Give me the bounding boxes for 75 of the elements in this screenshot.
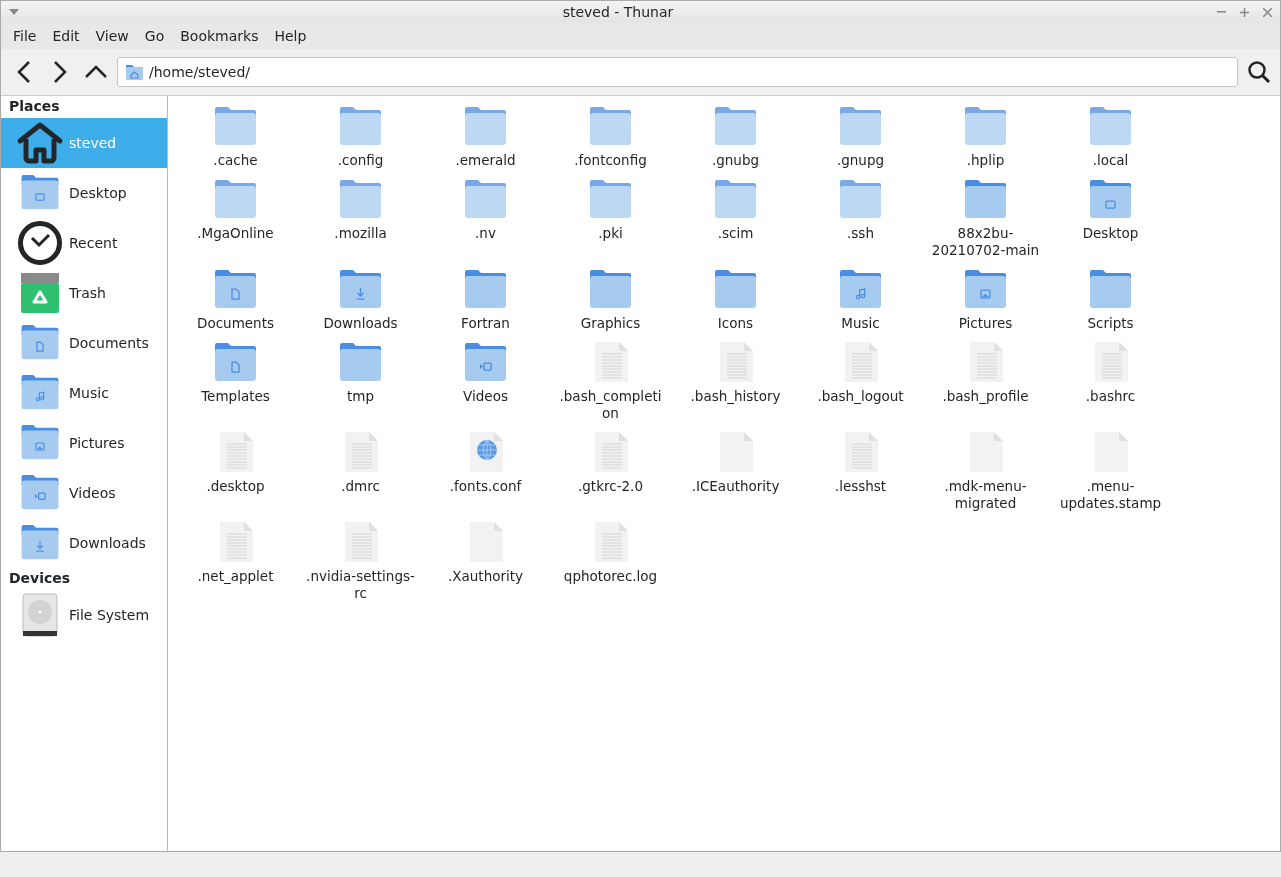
recycle-bin-icon <box>20 272 60 314</box>
section-header: Devices <box>8 569 72 588</box>
file-name[interactable]: Graphics <box>555 315 666 332</box>
sidebar-item[interactable]: Pictures <box>1 418 167 468</box>
file-name[interactable]: Downloads <box>305 315 416 332</box>
sidebar-item[interactable]: File System <box>1 590 167 640</box>
clock-icon <box>17 220 63 266</box>
file-name[interactable]: .bash_logout <box>805 388 916 405</box>
maximize-icon[interactable] <box>1240 7 1249 17</box>
section-header: Places <box>8 97 61 116</box>
file-name[interactable]: .fontconfig <box>555 152 666 169</box>
file-name[interactable]: tmp <box>305 388 416 405</box>
file-name[interactable]: .mozilla <box>305 225 416 242</box>
sidebar-item[interactable]: Documents <box>1 318 167 368</box>
file-name[interactable]: Pictures <box>930 315 1041 332</box>
file-name[interactable]: .gnupg <box>805 152 916 169</box>
menu-item[interactable]: View <box>87 28 137 44</box>
file-name[interactable]: Scripts <box>1055 315 1166 332</box>
sidebar-item[interactable]: Music <box>1 368 167 418</box>
back-icon[interactable] <box>17 60 31 84</box>
file-name[interactable]: 88x2bu-20210702-main <box>930 225 1041 259</box>
file-name[interactable]: .ssh <box>805 225 916 242</box>
file-name[interactable]: .dmrc <box>305 478 416 495</box>
file-name[interactable]: .desktop <box>180 478 291 495</box>
file-name[interactable]: .cache <box>180 152 291 169</box>
file-name[interactable]: .ICEauthority <box>680 478 791 495</box>
window-title: steved - Thunar <box>561 4 675 20</box>
file-name[interactable]: .MgaOnline <box>180 225 291 242</box>
menu-item[interactable]: Go <box>136 28 173 44</box>
file-name[interactable]: Documents <box>180 315 291 332</box>
file-name[interactable]: .lesshst <box>805 478 916 495</box>
forward-icon[interactable] <box>53 60 67 84</box>
file-name[interactable]: .bash_history <box>680 388 791 405</box>
close-icon[interactable] <box>1263 7 1272 17</box>
file-name[interactable]: .config <box>305 152 416 169</box>
menu-item[interactable]: Help <box>266 28 315 44</box>
file-name[interactable]: .bash_profile <box>930 388 1041 405</box>
file-name[interactable]: Desktop <box>1055 225 1166 242</box>
file-name[interactable]: .fonts.conf <box>430 478 541 495</box>
file-name[interactable]: Templates <box>180 388 291 405</box>
search-icon[interactable] <box>1247 60 1271 84</box>
menu-item[interactable]: Edit <box>44 28 88 44</box>
file-name[interactable]: .menu-updates.stamp <box>1055 478 1166 512</box>
file-name[interactable]: .net_applet <box>180 568 291 585</box>
file-name[interactable]: .gtkrc-2.0 <box>555 478 666 495</box>
file-name[interactable]: .local <box>1055 152 1166 169</box>
file-name[interactable]: .scim <box>680 225 791 242</box>
file-name[interactable]: .hplip <box>930 152 1041 169</box>
file-name[interactable]: Music <box>805 315 916 332</box>
up-icon[interactable] <box>84 65 108 79</box>
file-name[interactable]: .gnubg <box>680 152 791 169</box>
sidebar-item[interactable]: Downloads <box>1 518 167 568</box>
file-name[interactable]: .nvidia-settings-rc <box>305 568 416 602</box>
file-name[interactable]: .nv <box>430 225 541 242</box>
sidebar-item[interactable]: Desktop <box>1 168 167 218</box>
file-name[interactable]: .emerald <box>430 152 541 169</box>
file-name[interactable]: Fortran <box>430 315 541 332</box>
sidebar-item[interactable]: Recent <box>1 218 167 268</box>
menu-item[interactable]: File <box>5 28 45 44</box>
sidebar-item[interactable]: Trash <box>1 268 167 318</box>
file-name[interactable]: .pki <box>555 225 666 242</box>
file-name[interactable]: .Xauthority <box>430 568 541 585</box>
hard-drive-icon <box>22 593 58 637</box>
file-name[interactable]: .mdk-menu-migrated <box>930 478 1041 512</box>
menu-item[interactable]: Bookmarks <box>172 28 267 44</box>
home-folder-icon <box>126 64 143 80</box>
home-icon <box>16 121 64 165</box>
sidebar-item[interactable]: Videos <box>1 468 167 518</box>
file-name[interactable]: .bash_completion <box>555 388 666 422</box>
file-name[interactable]: Videos <box>430 388 541 405</box>
location-field[interactable]: /home/steved/ <box>117 57 1238 87</box>
window-menu-icon[interactable] <box>9 9 19 15</box>
file-name[interactable]: .bashrc <box>1055 388 1166 405</box>
file-name[interactable]: Icons <box>680 315 791 332</box>
file-name[interactable]: qphotorec.log <box>555 568 666 585</box>
